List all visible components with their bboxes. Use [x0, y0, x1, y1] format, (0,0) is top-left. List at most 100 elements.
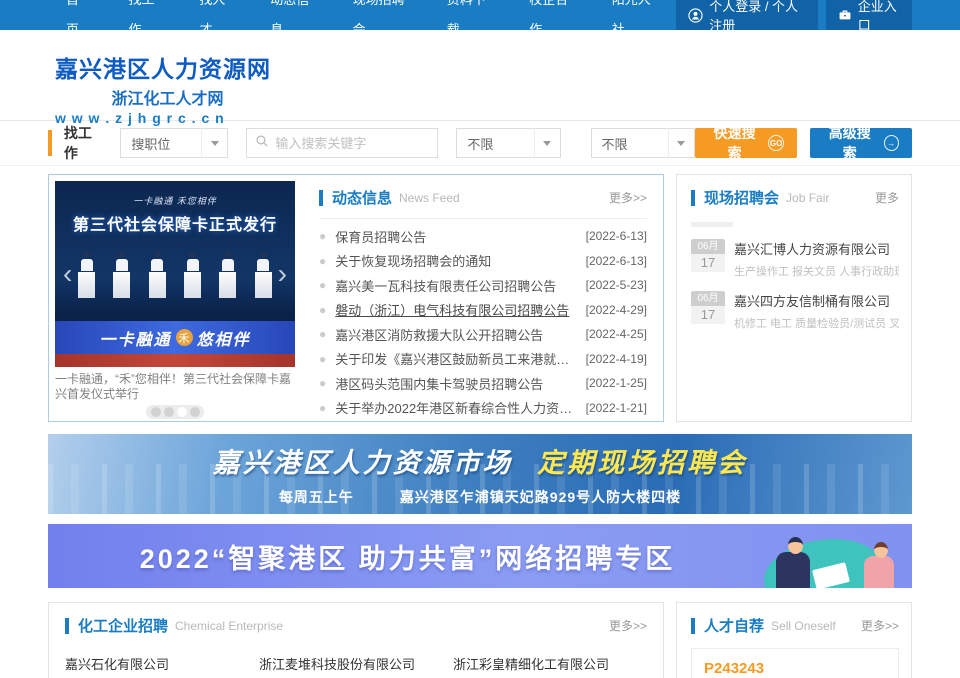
keyword-search-input[interactable]: [275, 136, 429, 151]
job-market-banner[interactable]: 嘉兴港区人力资源市场 定期现场招聘会 每周五上午 嘉兴港区乍浦镇天妃路929号人…: [48, 434, 912, 514]
bullet-icon: ●: [319, 229, 326, 243]
nav-item-news[interactable]: 动态信息: [252, 0, 334, 45]
job-fair-positions: 机修工 电工 质量检验员/测试员 叉车...: [734, 315, 899, 331]
chevron-down-icon: [668, 128, 694, 158]
news-item[interactable]: ●嘉兴美一瓦科技有限责任公司招聘公告[2022-5-23]: [319, 273, 647, 298]
he-logo-icon: 禾: [176, 329, 193, 346]
job-fair-item[interactable]: 06月 17 嘉兴四方友信制桶有限公司 机修工 电工 质量检验员/测试员 叉车.…: [691, 291, 899, 331]
filter-1-value: 不限: [457, 134, 533, 153]
online-recruitment-banner[interactable]: 2022“智聚港区 助力共富”网络招聘专区: [48, 524, 912, 588]
job-fair-more-link[interactable]: 更多: [875, 189, 899, 206]
site-name: 嘉兴港区人力资源网: [55, 50, 280, 84]
company-name-link[interactable]: 浙江麦堆科技股份有限公司: [259, 654, 453, 673]
quick-search-button[interactable]: 快速搜索 GO: [695, 128, 797, 158]
company-entry-label: 企业入口: [858, 0, 900, 34]
filter-2-value: 不限: [592, 134, 668, 153]
personal-login-button[interactable]: 个人登录 / 个人注册: [676, 0, 818, 30]
job-fair-company-link[interactable]: 嘉兴汇博人力资源有限公司: [734, 239, 899, 258]
carousel-next-button[interactable]: ›: [272, 258, 293, 290]
company-card: 嘉兴石化有限公司 工艺员 设备管理 警卫（残疾工）: [65, 654, 259, 678]
company-name-link[interactable]: 浙江彩皇精细化工有限公司: [453, 654, 647, 673]
chemical-enterprise-subtitle: Chemical Enterprise: [175, 619, 283, 633]
divider: [691, 222, 733, 227]
search-bar: 找工作 搜职位 不限 不限 快速搜索 GO 高级搜索 →: [0, 121, 960, 166]
banner1-title-white: 嘉兴港区人力资源市场: [213, 448, 513, 478]
search-tab-label: 找工作: [64, 123, 104, 163]
chemical-enterprise-more-link[interactable]: 更多>>: [609, 617, 647, 634]
company-entry-button[interactable]: 企业入口: [826, 0, 912, 30]
section-accent-bar: [691, 190, 695, 206]
talent-id-link[interactable]: P243243: [704, 660, 886, 677]
advanced-search-button[interactable]: 高级搜索 →: [810, 128, 912, 158]
news-item[interactable]: ●磐动（浙江）电气科技有限公司招聘公告[2022-4-29]: [319, 298, 647, 323]
bullet-icon: ●: [319, 254, 326, 268]
job-fair-item[interactable]: 06月 17 嘉兴汇博人力资源有限公司 生产操作工 报关文员 人事行政助理...: [691, 239, 899, 279]
job-fair-positions: 生产操作工 报关文员 人事行政助理...: [734, 263, 899, 279]
section-accent-bar: [691, 618, 695, 634]
nav-item-find-talent[interactable]: 找人才: [181, 0, 252, 45]
banner1-title-yellow: 定期现场招聘会: [537, 448, 747, 478]
slide-tagline: 一卡融通 禾您相伴: [55, 194, 295, 207]
chevron-down-icon: [201, 128, 227, 158]
bullet-icon: ●: [319, 327, 326, 341]
chevron-down-icon: [534, 128, 560, 158]
company-name-link[interactable]: 嘉兴石化有限公司: [65, 654, 259, 673]
slide-title: 第三代社会保障卡正式发行: [55, 211, 295, 235]
banner2-title: 2022“智聚港区 助力共富”网络招聘专区: [48, 537, 727, 576]
talent-more-link[interactable]: 更多>>: [861, 617, 899, 634]
bullet-icon: ●: [319, 278, 326, 292]
carousel-dot[interactable]: [190, 407, 200, 417]
chemical-enterprise-section: 化工企业招聘 Chemical Enterprise 更多>> 嘉兴石化有限公司…: [48, 602, 664, 678]
news-item[interactable]: ●嘉兴港区消防救援大队公开招聘公告[2022-4-25]: [319, 322, 647, 347]
news-feed-title: 动态信息: [332, 187, 392, 208]
nav-item-find-job[interactable]: 找工作: [110, 0, 181, 45]
news-item[interactable]: ●关于印发《嘉兴港区鼓励新员工来港就业补助操作...[2022-4-19]: [319, 347, 647, 372]
job-fair-section: 现场招聘会 Job Fair 更多 06月 17 嘉兴汇博人力资源有限公司 生产…: [676, 174, 912, 422]
people-illustration: [727, 524, 912, 588]
user-icon: [688, 8, 703, 23]
bullet-icon: ●: [319, 352, 326, 366]
slide-banner-strip: 一卡融通 禾 悠相伴: [55, 321, 295, 354]
job-fair-subtitle: Job Fair: [786, 191, 829, 205]
carousel-dot[interactable]: [164, 407, 174, 417]
news-item[interactable]: ●关于恢复现场招聘会的通知[2022-6-13]: [319, 249, 647, 274]
bullet-icon: ●: [319, 303, 326, 317]
filter-select-2[interactable]: 不限: [591, 128, 695, 158]
carousel-slide[interactable]: 一卡融通 禾您相伴 第三代社会保障卡正式发行 一卡融通 禾 悠相伴 ‹: [55, 181, 295, 367]
search-category-select[interactable]: 搜职位: [120, 128, 228, 158]
chemical-enterprise-title: 化工企业招聘: [78, 615, 168, 636]
news-item[interactable]: ●港区码头范围内集卡驾驶员招聘公告[2022-1-25]: [319, 371, 647, 396]
company-card: 浙江彩皇精细化工有限公司 普工（制造科） 营业担当: [453, 654, 647, 678]
search-category-value: 搜职位: [121, 134, 201, 153]
briefcase-icon: [838, 8, 852, 22]
news-panel: 一卡融通 禾您相伴 第三代社会保障卡正式发行 一卡融通 禾 悠相伴 ‹: [48, 174, 664, 422]
nav-item-downloads[interactable]: 资料下载: [429, 0, 511, 45]
nav-item-school-coop[interactable]: 校企合作: [511, 0, 593, 45]
stage-floor: [55, 354, 295, 367]
news-feed-subtitle: News Feed: [399, 191, 460, 205]
carousel-dots: [146, 405, 204, 419]
carousel: 一卡融通 禾您相伴 第三代社会保障卡正式发行 一卡融通 禾 悠相伴 ‹: [49, 175, 301, 421]
news-item[interactable]: ●保育员招聘公告[2022-6-13]: [319, 224, 647, 249]
carousel-dot-active[interactable]: [177, 407, 187, 417]
job-fair-title: 现场招聘会: [704, 187, 779, 208]
search-icon: [255, 134, 269, 153]
site-subname: 浙江化工人才网: [55, 85, 280, 109]
talent-section: 人才自荐 Sell Oneself 更多>> P243243 男 ｜ 嘉兴市-嘉…: [676, 602, 912, 678]
date-badge: 06月 17: [691, 291, 725, 331]
nav-item-home[interactable]: 首 页: [48, 0, 110, 45]
news-item[interactable]: ●关于举办2022年港区新春综合性人力资源暨春风...[2022-1-21]: [319, 396, 647, 421]
news-more-link[interactable]: 更多>>: [609, 189, 647, 206]
nav-item-job-fair[interactable]: 现场招聘会: [335, 0, 429, 45]
nav-item-sunshine-hr[interactable]: 阳光人社: [594, 0, 676, 45]
carousel-caption[interactable]: 一卡融通，“禾”您相伴！第三代社会保障卡嘉兴首发仪式举行: [55, 372, 295, 402]
job-fair-company-link[interactable]: 嘉兴四方友信制桶有限公司: [734, 291, 899, 310]
company-card: 浙江麦堆科技股份有限公司 销售专员 会计 土建主管: [259, 654, 453, 678]
date-badge: 06月 17: [691, 239, 725, 279]
carousel-prev-button[interactable]: ‹: [57, 258, 78, 290]
go-badge-icon: GO: [768, 135, 783, 151]
filter-select-1[interactable]: 不限: [456, 128, 560, 158]
talent-card[interactable]: P243243 男 ｜ 嘉兴市-嘉兴港区 ｜ 八年以上: [691, 648, 899, 678]
carousel-dot[interactable]: [151, 407, 161, 417]
section-accent-bar: [65, 618, 69, 634]
